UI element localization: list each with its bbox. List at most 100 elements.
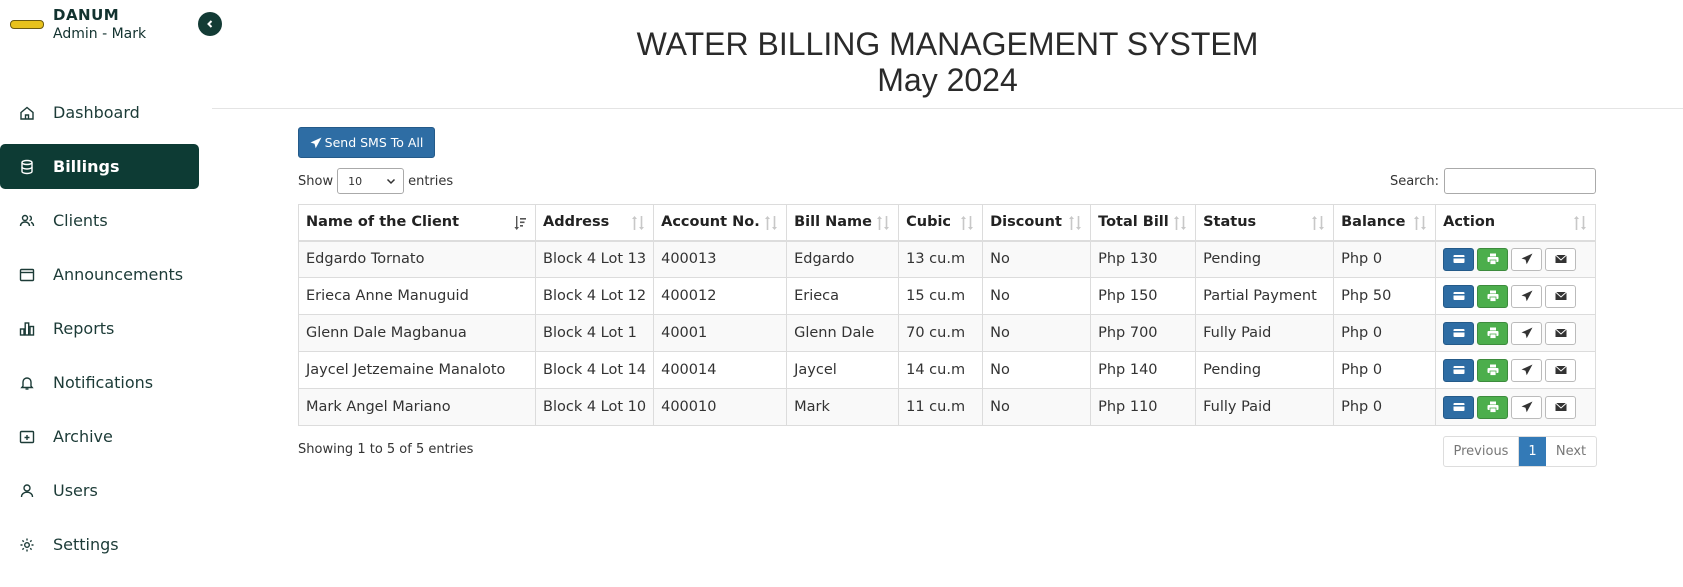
column-header[interactable]: Address [534, 204, 655, 242]
table-cell: No [982, 314, 1092, 352]
sidebar-item-archive[interactable]: Archive [0, 414, 199, 459]
table-cell: Php 0 [1333, 388, 1437, 426]
page-header: WATER BILLING MANAGEMENT SYSTEM May 2024 [212, 0, 1683, 109]
email-button[interactable] [1545, 321, 1577, 345]
sidebar-item-announcements[interactable]: Announcements [0, 252, 199, 297]
entries-select[interactable]: 10 [337, 168, 405, 194]
home-icon [18, 104, 36, 122]
user-icon [18, 482, 36, 500]
send-sms-button[interactable] [1511, 395, 1543, 419]
column-header[interactable]: Status [1195, 204, 1335, 242]
envelope-icon [1554, 290, 1567, 302]
column-header[interactable]: Bill Name [786, 204, 900, 242]
credit-card-icon [1453, 290, 1465, 302]
send-sms-button[interactable] [1511, 284, 1543, 308]
table-cell: Partial Payment [1195, 277, 1335, 315]
sort-icon [877, 216, 890, 230]
table-cell: 13 cu.m [898, 240, 984, 278]
sidebar-item-dashboard[interactable]: Dashboard [0, 90, 199, 135]
table-body: Edgardo Tornato Block 4 Lot 13 400013 Edgar… [298, 240, 1596, 426]
table-cell: Php 0 [1333, 314, 1437, 352]
pay-button[interactable] [1443, 358, 1475, 382]
sidebar-item-label: Reports [53, 319, 115, 338]
table-cell: 40001 [653, 314, 788, 352]
sort-icon [1174, 216, 1187, 230]
sort-icon [765, 216, 778, 230]
pay-button[interactable] [1443, 395, 1475, 419]
sidebar-item-clients[interactable]: Clients [0, 198, 199, 243]
table-cell: Php 130 [1090, 240, 1197, 278]
bar-chart-icon [18, 320, 36, 338]
envelope-icon [1554, 327, 1567, 339]
billings-table: Name of the Client Address Account No. B… [298, 204, 1596, 426]
table-row: Erieca Anne Manuguid Block 4 Lot 12 400012… [298, 277, 1596, 315]
pay-button[interactable] [1443, 247, 1475, 271]
column-header[interactable]: Name of the Client [298, 204, 536, 242]
sort-icon [961, 216, 974, 230]
pay-button[interactable] [1443, 284, 1475, 308]
column-header[interactable]: Balance [1333, 204, 1437, 242]
send-sms-all-button[interactable]: Send SMS To All [298, 127, 435, 158]
column-header[interactable]: Action [1435, 204, 1596, 242]
column-header[interactable]: Discount [982, 204, 1092, 242]
email-button[interactable] [1545, 247, 1577, 271]
table-cell: Block 4 Lot 1 [534, 314, 655, 352]
send-sms-button[interactable] [1511, 247, 1543, 271]
print-button[interactable] [1477, 247, 1509, 271]
search-input[interactable] [1444, 168, 1596, 194]
email-button[interactable] [1545, 358, 1577, 382]
sort-icon [1312, 216, 1325, 230]
sidebar-item-notifications[interactable]: Notifications [0, 360, 199, 405]
entries-label: entries [408, 173, 454, 189]
table-cell: Php 0 [1333, 240, 1437, 278]
page-1-button[interactable]: 1 [1519, 437, 1546, 466]
table-cell: No [982, 240, 1092, 278]
email-button[interactable] [1545, 284, 1577, 308]
send-sms-button[interactable] [1511, 358, 1543, 382]
envelope-icon [1554, 253, 1567, 265]
send-sms-button[interactable] [1511, 321, 1543, 345]
table-row: Jaycel Jetzemaine Manaloto Block 4 Lot 14… [298, 351, 1596, 389]
print-button[interactable] [1477, 395, 1509, 419]
database-icon [18, 158, 36, 176]
table-search: Search: [1390, 168, 1596, 194]
bell-icon [18, 374, 36, 392]
action-cell [1435, 240, 1596, 278]
entries-length: Show 10 entries [298, 168, 453, 194]
sidebar-item-label: Clients [53, 211, 108, 230]
print-button[interactable] [1477, 358, 1509, 382]
column-header[interactable]: Total Bill [1090, 204, 1197, 242]
table-cell: 400010 [653, 388, 788, 426]
table-cell: Php 700 [1090, 314, 1197, 352]
table-cell: Glenn Dale [786, 314, 900, 352]
action-cell [1435, 277, 1596, 315]
sidebar-item-users[interactable]: Users [0, 468, 199, 513]
table-cell: Erieca [786, 277, 900, 315]
column-header[interactable]: Cubic [898, 204, 984, 242]
table-cell: Jaycel [786, 351, 900, 389]
next-page-button[interactable]: Next [1546, 437, 1596, 466]
sidebar-item-label: Dashboard [53, 103, 140, 122]
table-cell: Php 150 [1090, 277, 1197, 315]
email-button[interactable] [1545, 395, 1577, 419]
pagination: Previous 1 Next [1443, 436, 1597, 467]
table-cell: No [982, 351, 1092, 389]
print-button[interactable] [1477, 321, 1509, 345]
table-cell: 11 cu.m [898, 388, 984, 426]
send-icon [310, 137, 322, 148]
table-row: Edgardo Tornato Block 4 Lot 13 400013 Edgar… [298, 240, 1596, 278]
previous-page-button[interactable]: Previous [1444, 437, 1519, 466]
sidebar-item-reports[interactable]: Reports [0, 306, 199, 351]
sort-icon [1574, 216, 1586, 230]
sidebar-item-label: Users [53, 481, 98, 500]
window-icon [18, 266, 36, 284]
sidebar-item-settings[interactable]: Settings [0, 522, 199, 567]
sidebar-item-billings[interactable]: Billings [0, 144, 199, 189]
pay-button[interactable] [1443, 321, 1475, 345]
print-button[interactable] [1477, 284, 1509, 308]
table-cell: Glenn Dale Magbanua [298, 314, 536, 352]
column-header[interactable]: Account No. [653, 204, 788, 242]
sidebar: DANUM Admin - Mark Dashboard Billings Cl… [0, 0, 200, 587]
chevron-down-icon [387, 178, 396, 185]
table-cell: Block 4 Lot 13 [534, 240, 655, 278]
